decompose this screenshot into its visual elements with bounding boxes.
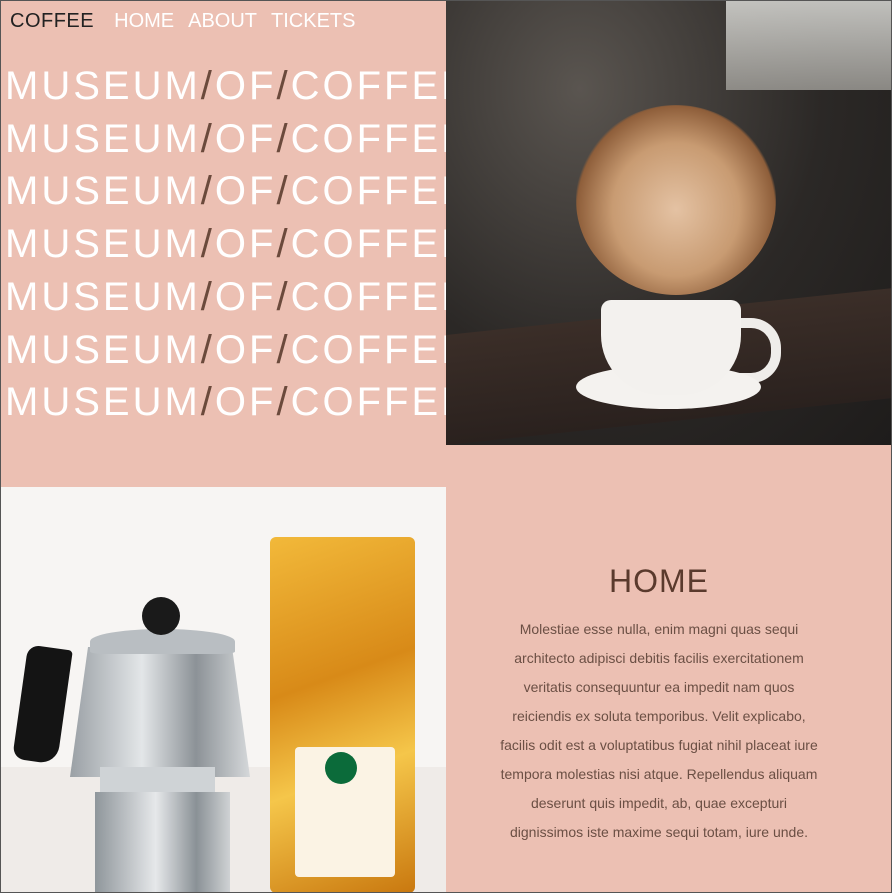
nav-link-home[interactable]: HOME — [114, 10, 174, 33]
moka-pot-knob — [142, 597, 180, 635]
hero-repeated-title: MUSEUM/OF/COFFEE MUSEUM/OF/COFFEE MUSEUM… — [5, 60, 471, 429]
moka-pot-handle — [12, 644, 73, 765]
coffee-splash — [576, 105, 776, 295]
nav-link-about[interactable]: ABOUT — [188, 10, 257, 33]
hero-line: MUSEUM/OF/COFFEE — [5, 169, 471, 214]
hero-line: MUSEUM/OF/COFFEE — [5, 327, 471, 372]
hero-text-panel: COFFEE HOME ABOUT TICKETS MUSEUM/OF/COFF… — [0, 0, 468, 445]
hero-line: MUSEUM/OF/COFFEE — [5, 222, 471, 267]
coffee-bag — [270, 537, 415, 893]
photo-background-window — [726, 0, 892, 90]
section-body: Molestiae esse nulla, enim magni quas se… — [500, 621, 818, 840]
nav-link-tickets[interactable]: TICKETS — [271, 10, 355, 33]
home-section: HOME Molestiae esse nulla, enim magni qu… — [446, 445, 892, 893]
brand-logo[interactable]: COFFEE — [10, 10, 94, 33]
coffee-splash-photo — [446, 0, 892, 445]
hero-line: MUSEUM/OF/COFFEE — [5, 380, 471, 425]
hero-line: MUSEUM/OF/COFFEE — [5, 64, 471, 108]
section-title: HOME — [609, 563, 709, 599]
hero-line: MUSEUM/OF/COFFEE — [5, 116, 471, 161]
moka-pot-base — [95, 792, 230, 893]
hero-line: MUSEUM/OF/COFFEE — [5, 274, 471, 319]
moka-pot-top — [70, 647, 250, 777]
top-nav: COFFEE HOME ABOUT TICKETS — [10, 10, 369, 33]
moka-pot-photo — [0, 487, 446, 893]
coffee-brand-logo — [325, 752, 357, 784]
